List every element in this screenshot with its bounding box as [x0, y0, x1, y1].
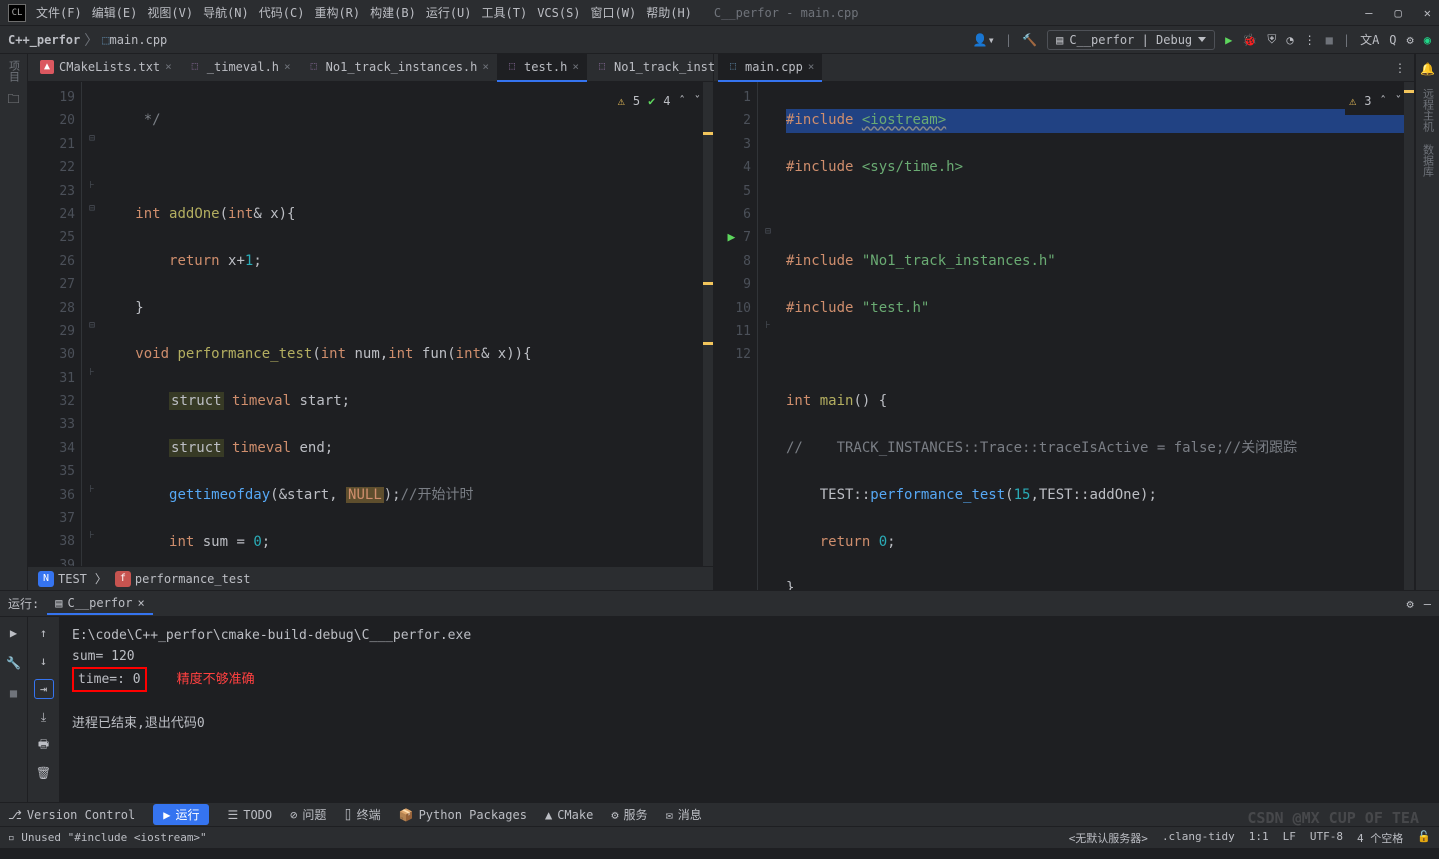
run-tab[interactable]: ▤C__perfor× [47, 593, 153, 615]
messages-tool[interactable]: ✉消息 [666, 806, 702, 823]
fold-gutter-right: ⊟⊦ [758, 82, 778, 590]
window-title: C__perfor - main.cpp [714, 6, 859, 20]
tab-timeval[interactable]: ⬚_timeval.h× [180, 54, 299, 82]
rerun-icon[interactable]: ▶ [4, 623, 24, 643]
menu-file[interactable]: 文件(F) [36, 4, 82, 21]
vcs-tool[interactable]: ⎇Version Control [8, 808, 135, 822]
run-toolbar-1: ▶ 🔧 ■ [0, 617, 28, 802]
db-tool[interactable]: 数据库 [1420, 144, 1436, 177]
menu-help[interactable]: 帮助(H) [646, 4, 692, 21]
project-tool[interactable]: 项目 [6, 60, 22, 82]
clear-icon[interactable]: 🗑 [34, 763, 54, 783]
todo-tool[interactable]: ☰TODO [227, 808, 272, 822]
cpp-icon: ⬚ [102, 33, 109, 47]
crumbs-left: NTEST 〉 fperformance_test [28, 566, 713, 590]
problems-tool[interactable]: ⊘问题 [290, 806, 326, 823]
app-logo: CL [8, 4, 26, 22]
left-gutter: 项目 🗀 [0, 54, 28, 590]
coverage-icon[interactable]: ⛨ [1267, 32, 1276, 47]
run-minimize-icon[interactable]: — [1424, 597, 1431, 611]
stop-icon[interactable]: ■ [1326, 33, 1333, 47]
ide-icon[interactable]: ◉ [1424, 33, 1431, 47]
menu-run[interactable]: 运行(U) [426, 4, 472, 21]
softwrap-icon[interactable]: ⇥ [34, 679, 54, 699]
menu-code[interactable]: 代码(C) [259, 4, 305, 21]
scroll-icon[interactable]: ⤓ [34, 707, 54, 727]
print-icon[interactable]: 🖶 [34, 735, 54, 755]
terminal-tool[interactable]: ⌷终端 [344, 806, 380, 823]
code-right[interactable]: #include <iostream> #include <sys/time.h… [778, 82, 1414, 590]
breadcrumb-file[interactable]: main.cpp [109, 33, 167, 47]
close-icon[interactable]: ✕ [1424, 6, 1431, 20]
user-icon[interactable]: 👤▾ [973, 33, 995, 47]
menu-view[interactable]: 视图(V) [147, 4, 193, 21]
crumb-fn[interactable]: fperformance_test [115, 571, 251, 587]
run-toolbar-2: ↑ ↓ ⇥ ⤓ 🖶 🗑 [28, 617, 60, 802]
fold-gutter-left: ⊟⊦⊟⊟⊦⊦⊦ [82, 82, 102, 566]
menu-refactor[interactable]: 重构(R) [314, 4, 360, 21]
menu-tools[interactable]: 工具(T) [482, 4, 528, 21]
inspection-left[interactable]: ⚠5 ✔4 ˆˇ [614, 88, 705, 115]
build-icon[interactable]: 🔨 [1022, 33, 1037, 47]
locale-icon[interactable]: 文A [1360, 31, 1379, 48]
tabs-more-r[interactable]: ⋮ [1386, 61, 1414, 75]
wrench-icon[interactable]: 🔧 [4, 653, 24, 673]
status-msg: ▫ Unused "#include <iostream>" [8, 831, 207, 844]
menu-vcs[interactable]: VCS(S) [537, 6, 580, 20]
run-icon[interactable]: ▶ [1225, 33, 1232, 47]
profile-icon[interactable]: ◔ [1286, 33, 1293, 47]
tabs-right: ⬚main.cpp× ⋮ [714, 54, 1414, 82]
maximize-icon[interactable]: ▢ [1395, 6, 1402, 20]
menu-bar: CL 文件(F) 编辑(E) 视图(V) 导航(N) 代码(C) 重构(R) 构… [0, 0, 1439, 26]
services-tool[interactable]: ⚙服务 [611, 806, 647, 823]
stop-run-icon[interactable]: ■ [4, 683, 24, 703]
bell-icon[interactable]: 🔔 [1420, 62, 1435, 76]
cmake-tool[interactable]: ▲CMake [545, 808, 593, 822]
tab-test[interactable]: ⬚test.h× [497, 54, 587, 82]
tool-strip: ⎇Version Control ▶运行 ☰TODO ⊘问题 ⌷终端 📦Pyth… [0, 802, 1439, 826]
tabs-left: ▲CMakeLists.txt× ⬚_timeval.h× ⬚No1_track… [28, 54, 713, 82]
gutter-right: 123456▶ 789101112 [714, 82, 758, 590]
run-label: 运行: [8, 595, 39, 612]
status-bar: ▫ Unused "#include <iostream>" <无默认服务器> … [0, 826, 1439, 848]
up-icon[interactable]: ↑ [34, 623, 54, 643]
minimize-icon[interactable]: — [1365, 6, 1372, 20]
breadcrumb-project[interactable]: C++_perfor [8, 33, 80, 47]
status-pos[interactable]: 1:1 [1249, 830, 1269, 846]
menu-edit[interactable]: 编辑(E) [92, 4, 138, 21]
search-icon[interactable]: Q [1389, 33, 1396, 47]
run-config-select[interactable]: ▤C__perfor | Debug [1047, 30, 1215, 50]
gutter-left: 1920212223242526272829303132333435363738… [28, 82, 82, 566]
run-settings-icon[interactable]: ⚙ [1407, 597, 1414, 611]
down-icon[interactable]: ↓ [34, 651, 54, 671]
nav-bar: C++_perfor 〉 ⬚ main.cpp 👤▾ | 🔨 ▤C__perfo… [0, 26, 1439, 54]
status-server[interactable]: <无默认服务器> [1069, 830, 1148, 846]
status-tidy[interactable]: .clang-tidy [1162, 830, 1235, 846]
settings-icon[interactable]: ⚙ [1407, 33, 1414, 47]
folder-icon[interactable]: 🗀 [7, 90, 19, 111]
crumb-ns[interactable]: NTEST [38, 571, 87, 587]
inspection-right[interactable]: ⚠3 ˆˇ [1345, 88, 1406, 115]
editor-left: ▲CMakeLists.txt× ⬚_timeval.h× ⬚No1_track… [28, 54, 714, 590]
remote-tool[interactable]: 远程主机 [1420, 88, 1436, 132]
console[interactable]: E:\code\C++_perfor\cmake-build-debug\C__… [60, 617, 1439, 802]
status-le[interactable]: LF [1283, 830, 1296, 846]
more-run-icon[interactable]: ⋮ [1304, 33, 1316, 47]
code-left[interactable]: */ int addOne(int& x){ return x+1; } voi… [102, 82, 713, 566]
py-tool[interactable]: 📦Python Packages [399, 808, 527, 822]
menu-build[interactable]: 构建(B) [370, 4, 416, 21]
lock-icon[interactable]: 🔓 [1417, 830, 1431, 846]
status-enc[interactable]: UTF-8 [1310, 830, 1343, 846]
menu-nav[interactable]: 导航(N) [203, 4, 249, 21]
right-sidebar: 🔔 远程主机 数据库 [1415, 54, 1439, 590]
status-indent[interactable]: 4 个空格 [1357, 830, 1403, 846]
editor-right: ⬚main.cpp× ⋮ 123456▶ 789101112 ⊟⊦ #inclu… [714, 54, 1415, 590]
run-panel: 运行: ▤C__perfor× ⚙ — ▶ 🔧 ■ ↑ ↓ ⇥ ⤓ 🖶 🗑 E:… [0, 590, 1439, 802]
debug-icon[interactable]: 🐞 [1242, 33, 1257, 47]
tab-main[interactable]: ⬚main.cpp× [718, 54, 822, 82]
tab-cmake[interactable]: ▲CMakeLists.txt× [32, 54, 180, 82]
menu-window[interactable]: 窗口(W) [591, 4, 637, 21]
run-tool[interactable]: ▶运行 [153, 804, 209, 825]
tab-track1[interactable]: ⬚No1_track_instances.h× [299, 54, 497, 82]
